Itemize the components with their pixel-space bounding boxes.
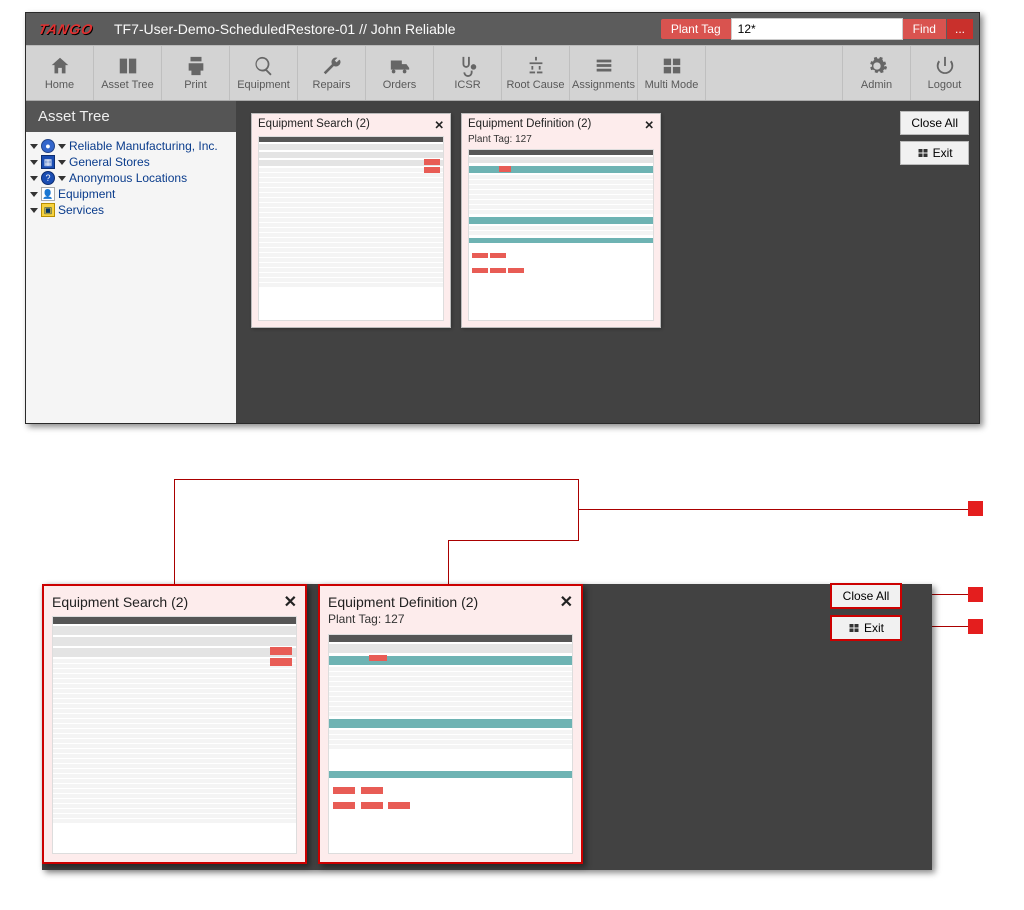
gear-icon bbox=[866, 55, 888, 77]
header-title: TF7-User-Demo-ScheduledRestore-01 // Joh… bbox=[114, 21, 456, 37]
close-icon[interactable]: ✕ bbox=[284, 592, 297, 612]
thumb-equipment-definition[interactable]: Equipment Definition (2) ✕ Plant Tag: 12… bbox=[461, 113, 661, 328]
tool-repairs[interactable]: Repairs bbox=[298, 46, 366, 100]
tree-row[interactable]: ▣ Services bbox=[30, 202, 232, 218]
store-icon: ▦ bbox=[41, 155, 55, 169]
globe-icon: ● bbox=[41, 139, 55, 153]
person-icon: 👤 bbox=[41, 187, 55, 201]
tool-admin[interactable]: Admin bbox=[843, 46, 911, 100]
list-icon bbox=[593, 55, 615, 77]
windows-icon bbox=[917, 147, 929, 159]
tool-rootcause[interactable]: Root Cause bbox=[502, 46, 570, 100]
truck-icon bbox=[389, 55, 411, 77]
tool-equipment[interactable]: Equipment bbox=[230, 46, 298, 100]
thumb-equipment-search[interactable]: Equipment Search (2) ✕ bbox=[251, 113, 451, 328]
close-icon[interactable]: ✕ bbox=[560, 592, 573, 612]
power-icon bbox=[934, 55, 956, 77]
search-icon bbox=[253, 55, 275, 77]
tree-row[interactable]: ▦ General Stores bbox=[30, 154, 232, 170]
thumbnails: Equipment Search (2) ✕ Equipment Definit… bbox=[251, 113, 661, 328]
exit-button[interactable]: Exit bbox=[900, 141, 969, 165]
app-window: TANGO TF7-User-Demo-ScheduledRestore-01 … bbox=[25, 12, 980, 424]
question-icon: ? bbox=[41, 171, 55, 185]
home-icon bbox=[49, 55, 71, 77]
windows-icon bbox=[661, 55, 683, 77]
logo: TANGO bbox=[23, 13, 110, 45]
close-icon[interactable]: ✕ bbox=[434, 118, 444, 132]
tree-row[interactable]: ? Anonymous Locations bbox=[30, 170, 232, 186]
sidebar-title: Asset Tree bbox=[26, 101, 236, 132]
zoom-preview bbox=[52, 616, 297, 854]
tool-orders[interactable]: Orders bbox=[366, 46, 434, 100]
app-header: TANGO TF7-User-Demo-ScheduledRestore-01 … bbox=[26, 13, 979, 45]
sidebar: Asset Tree ● Reliable Manufacturing, Inc… bbox=[26, 101, 236, 423]
zoom-thumb-equipment-search[interactable]: Equipment Search (2) ✕ bbox=[42, 584, 307, 864]
tool-icsr[interactable]: ICSR bbox=[434, 46, 502, 100]
tool-assettree[interactable]: Asset Tree bbox=[94, 46, 162, 100]
zoom-action-buttons: Close All Exit bbox=[830, 583, 902, 641]
zoom-thumb-equipment-definition[interactable]: Equipment Definition (2) ✕ Plant Tag: 12… bbox=[318, 584, 583, 864]
find-button[interactable]: Find bbox=[903, 19, 946, 39]
exit-button[interactable]: Exit bbox=[830, 615, 902, 641]
plant-tag-input[interactable] bbox=[731, 18, 903, 40]
more-button[interactable]: ... bbox=[947, 19, 973, 39]
plant-tag-label: Plant Tag bbox=[661, 19, 731, 39]
callout-marker bbox=[968, 501, 983, 516]
close-icon[interactable]: ✕ bbox=[644, 118, 654, 132]
book-icon bbox=[117, 55, 139, 77]
asset-tree: ● Reliable Manufacturing, Inc. ▦ General… bbox=[26, 132, 236, 224]
windows-icon bbox=[848, 622, 860, 634]
close-all-button[interactable]: Close All bbox=[900, 111, 969, 135]
tool-logout[interactable]: Logout bbox=[911, 46, 979, 100]
thumbnail-preview bbox=[468, 149, 654, 321]
tree-row[interactable]: 👤 Equipment bbox=[30, 186, 232, 202]
tool-home[interactable]: Home bbox=[26, 46, 94, 100]
zoom-preview bbox=[328, 634, 573, 854]
tree-row[interactable]: ● Reliable Manufacturing, Inc. bbox=[30, 138, 232, 154]
thumbnail-preview bbox=[258, 136, 444, 321]
close-all-button[interactable]: Close All bbox=[830, 583, 902, 609]
print-icon bbox=[185, 55, 207, 77]
tree-icon bbox=[525, 55, 547, 77]
wrench-icon bbox=[321, 55, 343, 77]
tool-print[interactable]: Print bbox=[162, 46, 230, 100]
multi-mode-actions: Close All Exit bbox=[900, 111, 969, 165]
callout-marker bbox=[968, 619, 983, 634]
stethoscope-icon bbox=[457, 55, 479, 77]
folder-icon: ▣ bbox=[41, 203, 55, 217]
tool-multimode[interactable]: Multi Mode bbox=[638, 46, 706, 100]
toolbar: Home Asset Tree Print Equipment Repairs … bbox=[26, 45, 979, 101]
tool-assignments[interactable]: Assignments bbox=[570, 46, 638, 100]
callout-marker bbox=[968, 587, 983, 602]
